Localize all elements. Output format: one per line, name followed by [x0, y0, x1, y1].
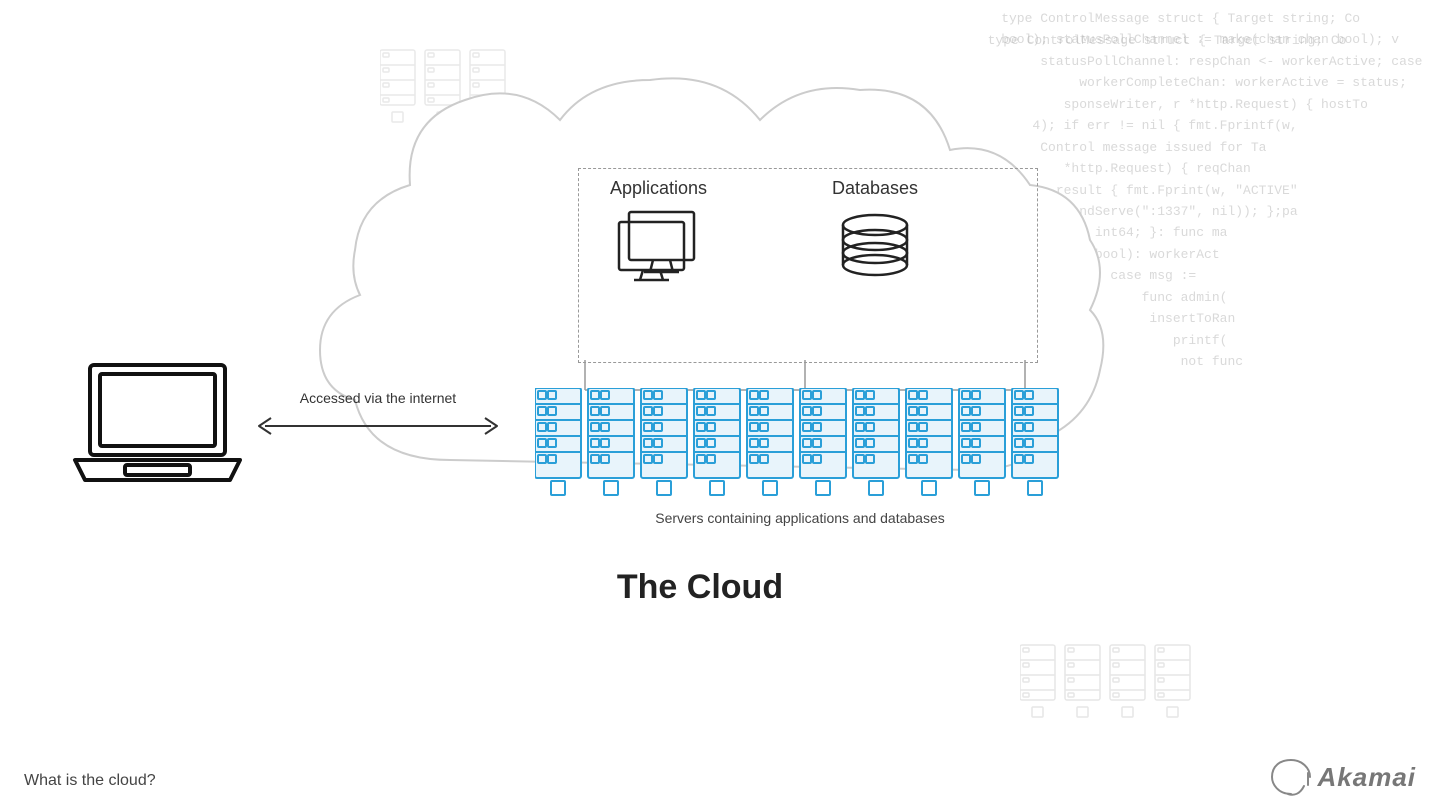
server-row: [535, 388, 1065, 503]
bidirectional-arrow: [253, 412, 503, 440]
blue-servers: [535, 388, 1065, 503]
akamai-icon: [1270, 756, 1312, 798]
laptop-icon: [70, 360, 245, 500]
applications-icon: [614, 207, 704, 287]
databases-label: Databases: [832, 178, 918, 199]
applications-section: Applications: [610, 178, 707, 287]
databases-section: Databases: [830, 178, 920, 287]
decorative-servers-bottom: [1020, 635, 1200, 750]
cloud-title: The Cloud: [290, 568, 1110, 607]
arrow-container: Accessed via the internet: [253, 390, 503, 440]
databases-icon: [830, 207, 920, 287]
applications-label: Applications: [610, 178, 707, 199]
server-caption: Servers containing applications and data…: [535, 510, 1065, 526]
akamai-logo: Akamai: [1270, 756, 1417, 798]
akamai-text: Akamai: [1318, 762, 1417, 793]
main-content: type ControlMessage struct { Target stri…: [0, 0, 1440, 810]
bottom-label: What is the cloud?: [24, 772, 156, 790]
arrow-label: Accessed via the internet: [300, 390, 456, 406]
